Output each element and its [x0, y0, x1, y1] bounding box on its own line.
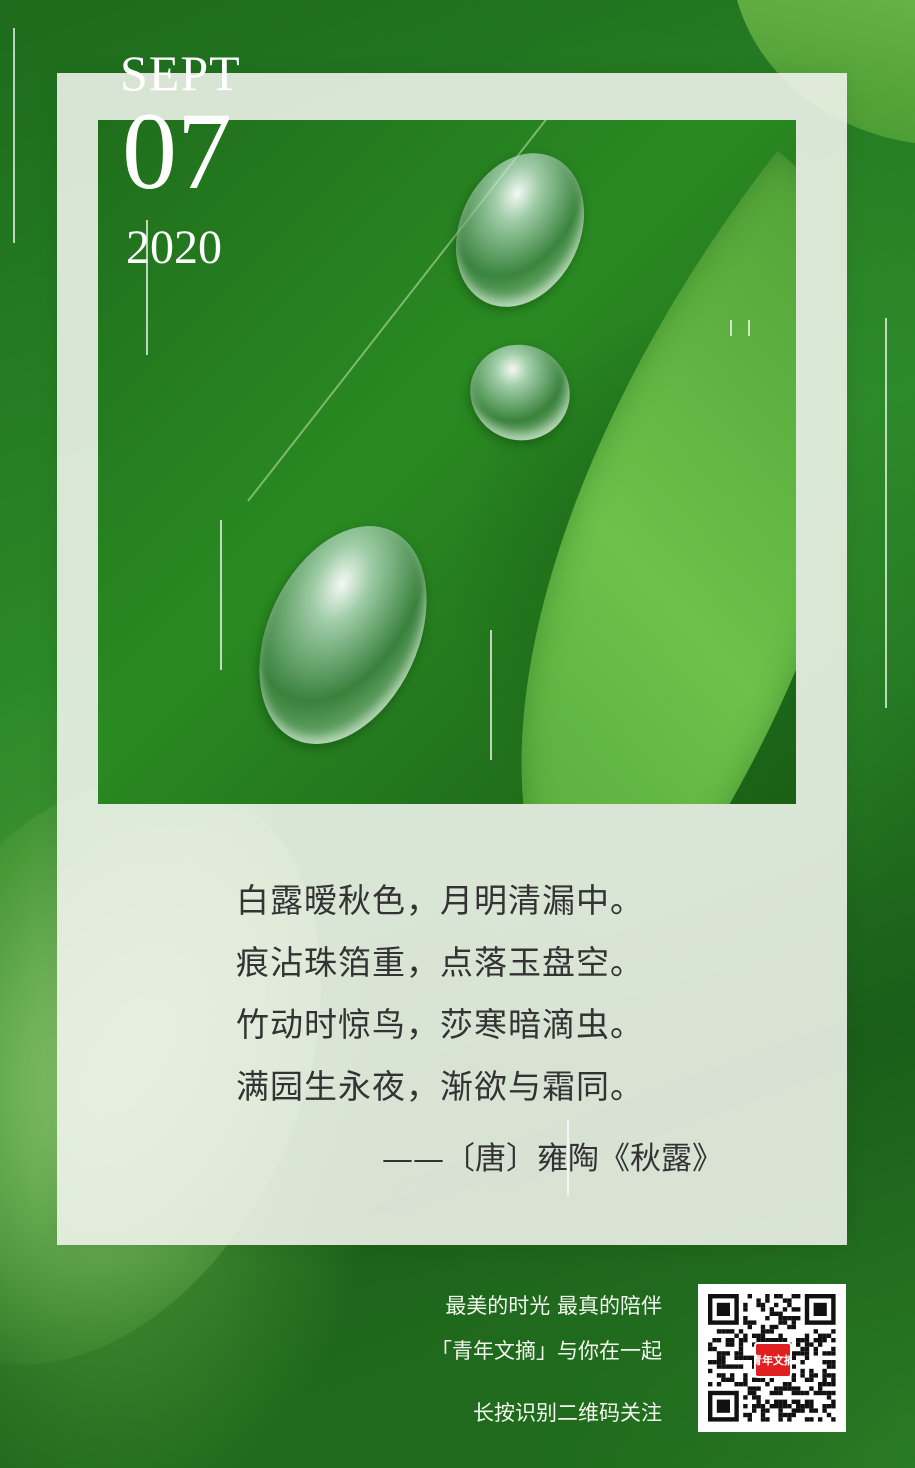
- rain-line: [885, 318, 887, 708]
- date-year: 2020: [126, 221, 222, 274]
- rain-line: [730, 320, 732, 336]
- footer-qr-hint: 长按识别二维码关注: [473, 1401, 662, 1425]
- rain-line: [490, 630, 492, 760]
- qr-logo: 青年文摘: [754, 1342, 792, 1378]
- footer-slogan: 最美的时光 最真的陪伴: [445, 1294, 662, 1318]
- poster: SEPT 07 2020 白露暧秋色，月明清漏中。 痕沾珠箔重，点落玉盘空。 竹…: [0, 0, 915, 1468]
- rain-line: [13, 28, 15, 243]
- poem-line: 满园生永夜，渐欲与霜同。: [236, 1067, 644, 1106]
- poem-line: 痕沾珠箔重，点落玉盘空。: [236, 943, 644, 982]
- water-drop: [431, 132, 609, 328]
- date-day: 07: [122, 90, 232, 212]
- water-drop: [226, 499, 460, 771]
- poem: 白露暧秋色，月明清漏中。 痕沾珠箔重，点落玉盘空。 竹动时惊鸟，莎寒暗滴虫。 满…: [236, 874, 716, 1122]
- rain-line: [748, 320, 750, 336]
- qr-code[interactable]: 青年文摘: [698, 1284, 846, 1432]
- poem-source: ——〔唐〕雍陶《秋露》: [382, 1141, 723, 1177]
- footer-brand-line: 「青年文摘」与你在一起: [431, 1339, 662, 1363]
- water-drop: [456, 330, 584, 455]
- poem-line: 白露暧秋色，月明清漏中。: [236, 881, 644, 920]
- rain-line: [220, 520, 222, 670]
- poem-line: 竹动时惊鸟，莎寒暗滴虫。: [236, 1005, 644, 1044]
